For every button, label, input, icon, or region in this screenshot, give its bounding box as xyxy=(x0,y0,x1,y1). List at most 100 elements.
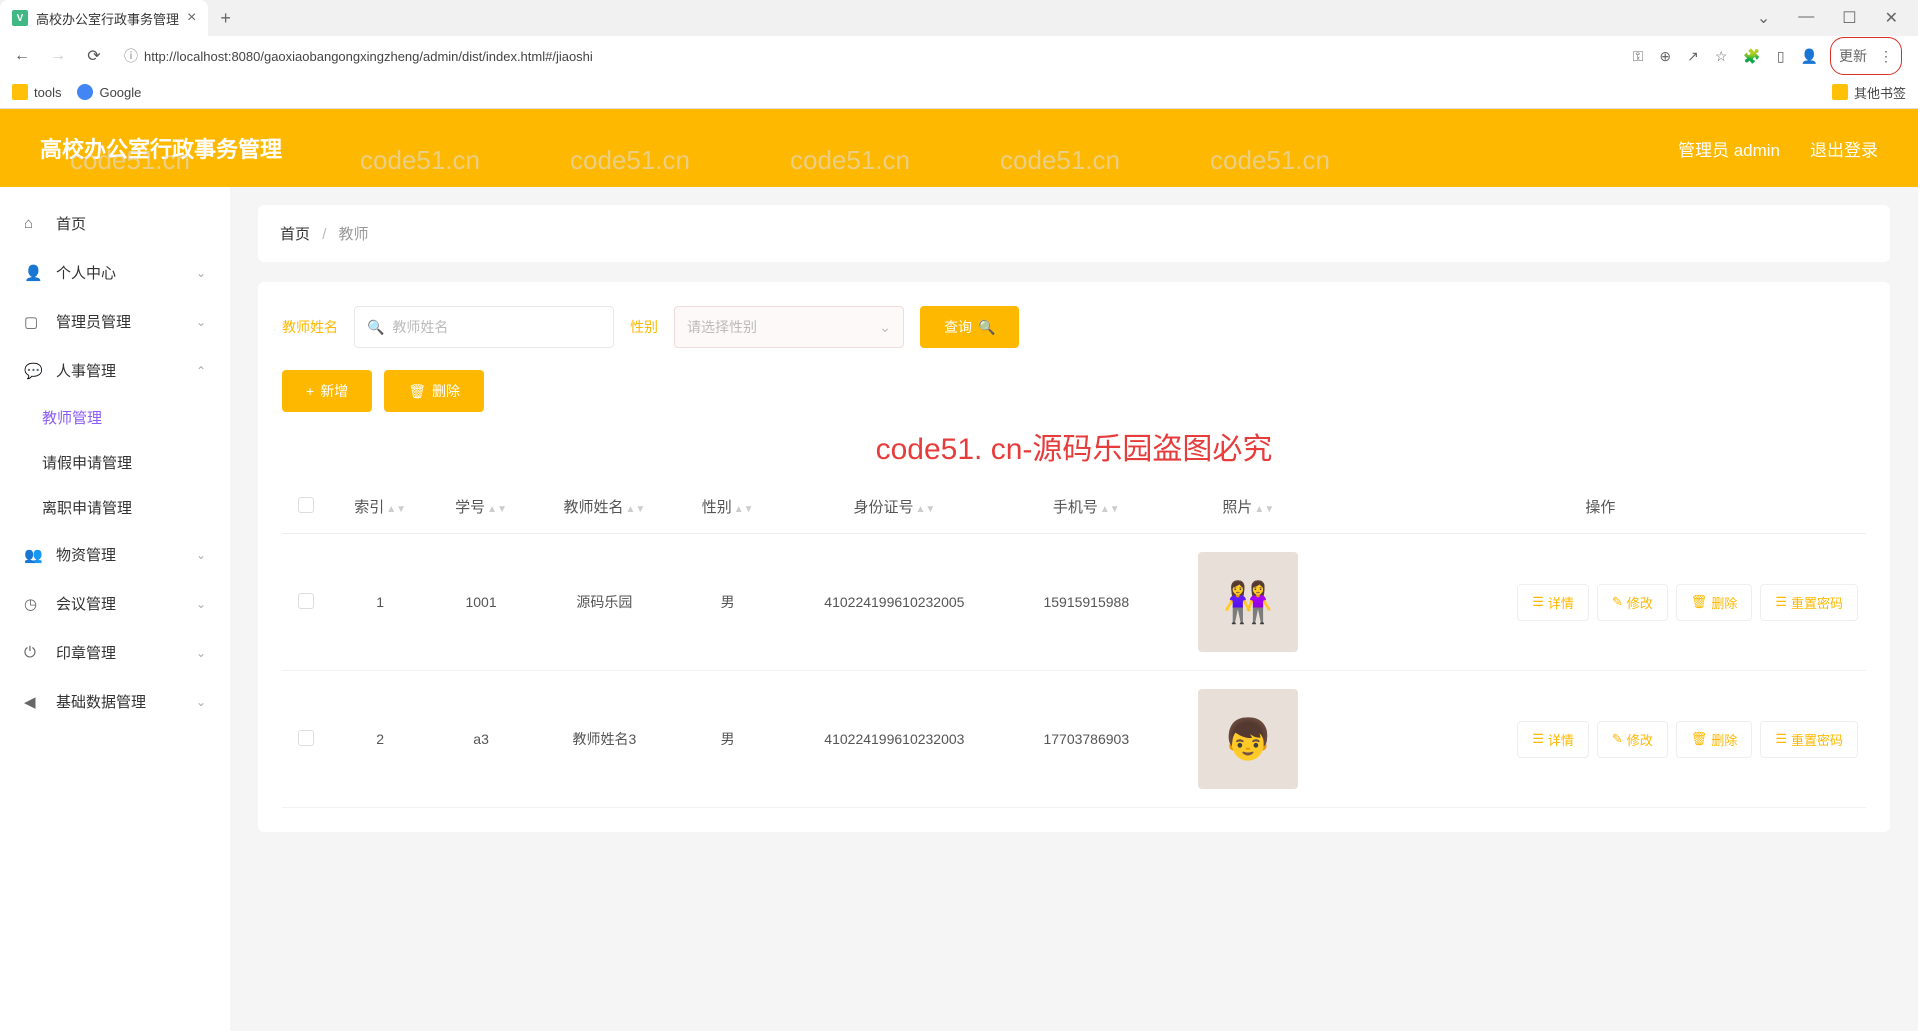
sidebar-item-home[interactable]: ⌂ 首页 xyxy=(0,199,230,248)
detail-button[interactable]: ☰ 详情 xyxy=(1517,721,1589,758)
table-row: 1 1001 源码乐园 男 410224199610232005 1591591… xyxy=(282,534,1866,671)
edit-icon: ✎ xyxy=(1612,731,1623,747)
app-title: 高校办公室行政事务管理 xyxy=(40,132,282,164)
tab-bar: V 高校办公室行政事务管理 × + ⌄ — ☐ ✕ xyxy=(0,0,1918,36)
col-sid[interactable]: 学号▲▼ xyxy=(431,480,532,534)
col-photo[interactable]: 照片▲▼ xyxy=(1162,480,1335,534)
detail-button[interactable]: ☰ 详情 xyxy=(1517,584,1589,621)
share-icon[interactable]: ↗ xyxy=(1683,44,1703,69)
cell-sid: 1001 xyxy=(431,534,532,671)
breadcrumb: 首页 / 教师 xyxy=(258,205,1890,262)
col-name[interactable]: 教师姓名▲▼ xyxy=(532,480,678,534)
puzzle-icon[interactable]: 🧩 xyxy=(1739,44,1764,69)
cell-sid: a3 xyxy=(431,671,532,808)
minimize-icon[interactable]: — xyxy=(1790,4,1822,32)
row-delete-button[interactable]: 🗑 删除 xyxy=(1676,721,1753,758)
col-action: 操作 xyxy=(1335,480,1866,534)
users-icon: 👥 xyxy=(24,546,42,564)
trash-icon: 🗑 xyxy=(408,383,426,400)
profile-icon[interactable]: 👤 xyxy=(1797,44,1822,69)
select-all-checkbox[interactable] xyxy=(298,497,314,513)
breadcrumb-current: 教师 xyxy=(339,226,369,243)
name-input[interactable]: 🔍 教师姓名 xyxy=(354,306,614,348)
sidebar-icon[interactable]: ▯ xyxy=(1773,44,1789,69)
bookmark-google[interactable]: Google xyxy=(77,84,141,100)
edit-button[interactable]: ✎ 修改 xyxy=(1597,584,1668,621)
browser-tab[interactable]: V 高校办公室行政事务管理 × xyxy=(0,0,208,36)
photo-thumbnail[interactable]: 👭 xyxy=(1198,552,1298,652)
header-right: 管理员 admin 退出登录 xyxy=(1678,136,1878,161)
vue-icon: V xyxy=(12,10,28,26)
close-window-icon[interactable]: ✕ xyxy=(1877,4,1906,32)
sidebar-sub-teacher[interactable]: 教师管理 xyxy=(0,395,230,440)
sort-icon: ▲▼ xyxy=(487,507,507,513)
sidebar-item-personal[interactable]: 👤 个人中心 ⌄ xyxy=(0,248,230,297)
col-phone[interactable]: 手机号▲▼ xyxy=(1011,480,1162,534)
col-index[interactable]: 索引▲▼ xyxy=(330,480,431,534)
bookmark-other[interactable]: 其他书签 xyxy=(1832,83,1906,102)
photo-thumbnail[interactable]: 👦 xyxy=(1198,689,1298,789)
add-button[interactable]: + 新增 xyxy=(282,370,372,412)
sidebar-sub-resign[interactable]: 离职申请管理 xyxy=(0,485,230,530)
url-text: http://localhost:8080/gaoxiaobangongxing… xyxy=(144,49,593,64)
user-label[interactable]: 管理员 admin xyxy=(1678,136,1780,161)
power-icon: ⏻ xyxy=(24,644,42,661)
reload-button[interactable]: ⟳ xyxy=(80,42,108,70)
action-buttons: ☰ 详情 ✎ 修改 🗑 删除 ☰ 重置密码 xyxy=(1343,721,1858,758)
nav-bar: ← → ⟳ ⓘ http://localhost:8080/gaoxiaoban… xyxy=(0,36,1918,76)
col-idcard[interactable]: 身份证号▲▼ xyxy=(778,480,1011,534)
chevron-down-icon: ⌄ xyxy=(196,695,206,709)
search-icon: 🔍 xyxy=(367,319,384,336)
sidebar-item-basic[interactable]: ◀ 基础数据管理 ⌄ xyxy=(0,677,230,726)
star-icon[interactable]: ☆ xyxy=(1711,44,1732,69)
sidebar-sub-leave[interactable]: 请假申请管理 xyxy=(0,440,230,485)
back-button[interactable]: ← xyxy=(8,42,36,70)
tab-title: 高校办公室行政事务管理 xyxy=(36,9,179,28)
update-button[interactable]: 更新 ⋮ xyxy=(1830,37,1902,75)
sidebar-item-admin[interactable]: ▢ 管理员管理 ⌄ xyxy=(0,297,230,346)
sort-icon: ▲▼ xyxy=(386,507,406,513)
app-body: ⌂ 首页 👤 个人中心 ⌄ ▢ 管理员管理 ⌄ 💬 人事管理 ⌃ 教师管理 请假… xyxy=(0,187,1918,1031)
reset-password-button[interactable]: ☰ 重置密码 xyxy=(1760,721,1858,758)
folder-icon xyxy=(1832,84,1848,100)
close-icon[interactable]: × xyxy=(187,9,196,27)
maximize-icon[interactable]: ☐ xyxy=(1834,4,1864,32)
edit-button[interactable]: ✎ 修改 xyxy=(1597,721,1668,758)
reset-password-button[interactable]: ☰ 重置密码 xyxy=(1760,584,1858,621)
name-label: 教师姓名 xyxy=(282,317,338,337)
logout-button[interactable]: 退出登录 xyxy=(1810,136,1878,161)
row-checkbox[interactable] xyxy=(298,730,314,746)
sidebar-item-material[interactable]: 👥 物资管理 ⌄ xyxy=(0,530,230,579)
chevron-down-icon: ⌄ xyxy=(196,315,206,329)
folder-icon xyxy=(12,84,28,100)
row-delete-button[interactable]: 🗑 删除 xyxy=(1676,584,1753,621)
sort-icon: ▲▼ xyxy=(915,507,935,513)
window-controls: ⌄ — ☐ ✕ xyxy=(1749,4,1918,32)
sidebar-item-seal[interactable]: ⏻ 印章管理 ⌄ xyxy=(0,628,230,677)
gender-select[interactable]: 请选择性别 ⌄ xyxy=(674,306,904,348)
app-header: 高校办公室行政事务管理 管理员 admin 退出登录 xyxy=(0,109,1918,187)
url-bar[interactable]: ⓘ http://localhost:8080/gaoxiaobangongxi… xyxy=(116,41,1621,71)
delete-button[interactable]: 🗑 删除 xyxy=(384,370,484,412)
edit-icon: ✎ xyxy=(1612,594,1623,610)
chevron-down-icon: ⌄ xyxy=(196,597,206,611)
info-icon: ⓘ xyxy=(124,46,138,66)
sidebar-item-meeting[interactable]: ◷ 会议管理 ⌄ xyxy=(0,579,230,628)
forward-button[interactable]: → xyxy=(44,42,72,70)
breadcrumb-separator: / xyxy=(322,226,326,243)
dropdown-icon[interactable]: ⌄ xyxy=(1749,4,1778,32)
new-tab-button[interactable]: + xyxy=(208,8,243,29)
cell-gender: 男 xyxy=(677,671,778,808)
sidebar-item-hr[interactable]: 💬 人事管理 ⌃ xyxy=(0,346,230,395)
cell-gender: 男 xyxy=(677,534,778,671)
search-icon[interactable]: ⊕ xyxy=(1655,44,1675,69)
col-gender[interactable]: 性别▲▼ xyxy=(677,480,778,534)
breadcrumb-home[interactable]: 首页 xyxy=(280,226,310,243)
data-table: 索引▲▼ 学号▲▼ 教师姓名▲▼ 性别▲▼ 身份证号▲▼ 手机号▲▼ 照片▲▼ … xyxy=(282,480,1866,808)
search-button[interactable]: 查询 🔍 xyxy=(920,306,1019,348)
list-icon: ☰ xyxy=(1532,594,1544,610)
bookmark-tools[interactable]: tools xyxy=(12,84,61,100)
row-checkbox[interactable] xyxy=(298,593,314,609)
key-icon[interactable]: ⚿ xyxy=(1629,44,1648,69)
action-row: + 新增 🗑 删除 xyxy=(282,370,1866,412)
